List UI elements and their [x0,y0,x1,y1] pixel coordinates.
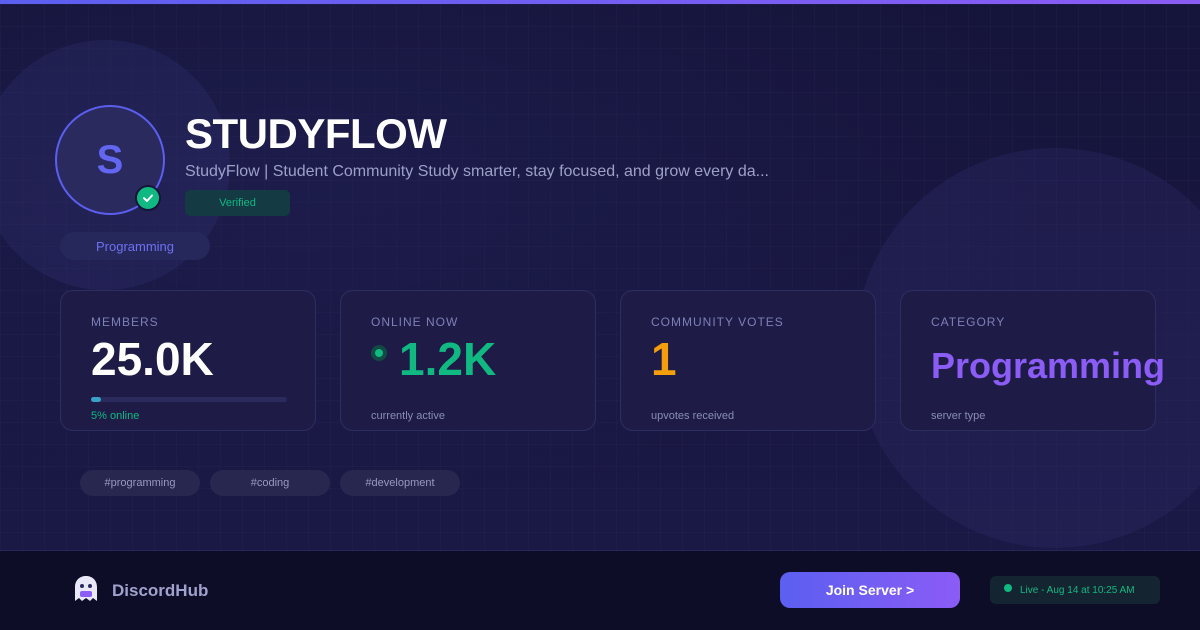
category-value: Programming [931,345,1166,386]
category-pill[interactable]: Programming [60,232,210,260]
members-sub: 5% online [91,410,140,422]
votes-value: 1 [651,333,677,385]
avatar-initial: S [96,137,124,182]
votes-sub: upvotes received [651,410,735,422]
live-dot-icon [1004,584,1012,592]
join-server-button[interactable]: Join Server > [780,572,960,608]
members-online-progress [91,397,287,402]
online-status-icon [371,345,387,362]
votes-card: COMMUNITY VOTES 1 upvotes received [620,290,876,431]
tag-development[interactable]: #development [340,470,460,496]
tag-coding[interactable]: #coding [210,470,330,496]
votes-label: COMMUNITY VOTES [651,315,784,329]
live-text: Live - Aug 14 at 10:25 AM [1020,584,1135,596]
live-status: Live - Aug 14 at 10:25 AM [990,576,1160,604]
members-value: 25.0K [91,333,214,385]
brand-name: DiscordHub [112,581,209,600]
tag-programming[interactable]: #programming [80,470,200,496]
server-description: StudyFlow | Student Community Study smar… [185,163,769,180]
members-online-progress-fill [91,397,101,402]
online-label: ONLINE NOW [371,315,459,329]
server-name: STUDYFLOW [185,110,447,157]
category-card: CATEGORY Programming server type [900,290,1166,431]
online-value: 1.2K [399,333,497,385]
members-label: MEMBERS [91,315,159,329]
members-card: MEMBERS 25.0K 5% online [60,290,316,431]
verified-badge: Verified [185,190,290,216]
ghost-mascot-icon [75,576,97,601]
online-card: ONLINE NOW 1.2K currently active [340,290,596,431]
category-label: CATEGORY [931,315,1006,329]
online-sub: currently active [371,410,445,422]
verified-check-icon [135,185,161,211]
category-sub: server type [931,410,986,422]
